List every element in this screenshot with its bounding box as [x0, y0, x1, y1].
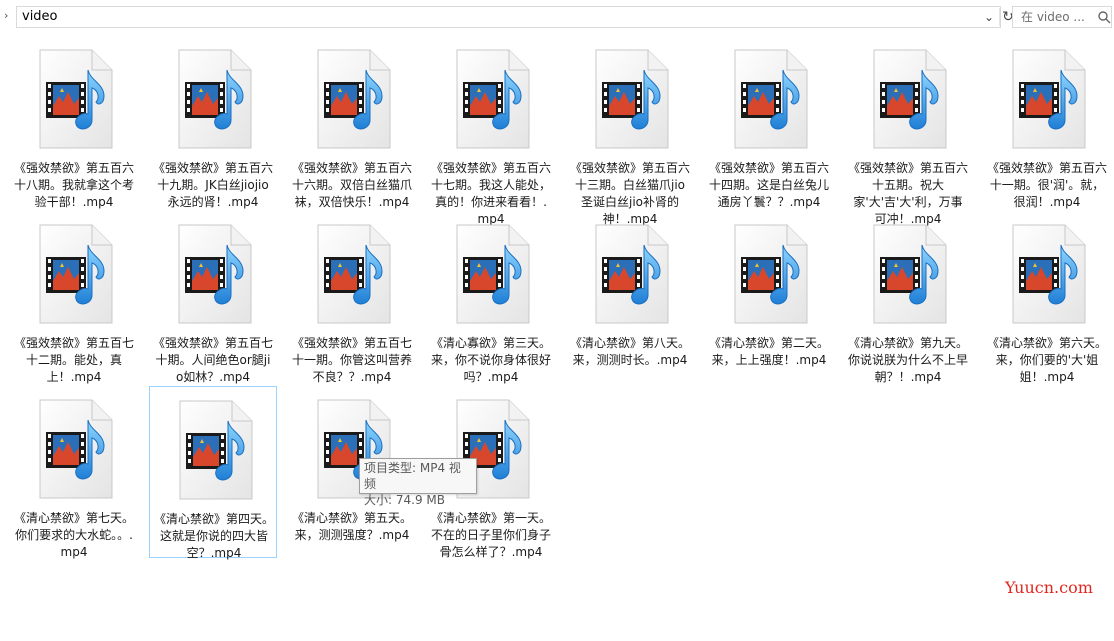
- chevron-down-icon[interactable]: ⌄: [981, 8, 997, 26]
- mp4-video-file-icon: [34, 223, 114, 327]
- watermark: Yuucn.com: [1005, 578, 1093, 597]
- mp4-video-file-icon: [729, 223, 809, 327]
- mp4-video-file-icon: [312, 48, 392, 152]
- file-item[interactable]: 《清心禁欲》第四天。这就是你说的四大皆空？.mp4: [149, 386, 277, 560]
- file-name-label: 《清心禁欲》第五天。来，测测强度？.mp4: [292, 511, 413, 542]
- file-name-label: 《强效禁欲》第五百六十九期。JK白丝jiojio永远的肾！.mp4: [153, 161, 274, 209]
- mp4-video-file-icon: [729, 48, 809, 152]
- file-name-label: 《清心禁欲》第九天。你说说朕为什么不上早朝？！.mp4: [848, 336, 969, 384]
- file-name-label: 《清心禁欲》第六天。来，你们要的'大'姐姐！.mp4: [987, 336, 1108, 384]
- file-name-label: 《强效禁欲》第五百六十四期。这是白丝兔儿通房丫鬟？？.mp4: [709, 161, 830, 209]
- file-item[interactable]: 《清心禁欲》第二天。来，上上强度！.mp4: [705, 211, 833, 383]
- tooltip-size: 大小: 74.9 MB: [364, 493, 445, 507]
- mp4-video-file-icon: [312, 223, 392, 327]
- file-item[interactable]: 《强效禁欲》第五百六十三期。白丝猫爪jio圣诞白丝jio补肾的神！.mp4: [566, 36, 694, 226]
- file-item[interactable]: 《强效禁欲》第五百七十期。人间绝色or腿jio如林？.mp4: [149, 211, 277, 384]
- file-item[interactable]: 《强效禁欲》第五百七十二期。能处，真上！.mp4: [10, 211, 138, 384]
- file-name-label: 《清心寡欲》第三天。来，你不说你身体很好吗？.mp4: [431, 336, 552, 384]
- file-item[interactable]: 《强效禁欲》第五百七十一期。你管这叫营养不良？？.mp4: [288, 211, 416, 384]
- file-name-label: 《强效禁欲》第五百七十期。人间绝色or腿jio如林？.mp4: [153, 336, 274, 384]
- file-item[interactable]: 《清心寡欲》第三天。来，你不说你身体很好吗？.mp4: [427, 211, 555, 384]
- mp4-video-file-icon: [868, 223, 948, 327]
- breadcrumb-folder[interactable]: video: [22, 9, 58, 25]
- file-name-label: 《清心禁欲》第一天。不在的日子里你们身子骨怎么样了？.mp4: [431, 511, 552, 559]
- mp4-video-file-icon: [173, 48, 253, 152]
- file-item[interactable]: 《清心禁欲》第九天。你说说朕为什么不上早朝？！.mp4: [844, 211, 972, 384]
- file-item[interactable]: 《强效禁欲》第五百六十五期。祝大家'大'吉'大'利，万事可冲！.mp4: [844, 36, 972, 226]
- mp4-video-file-icon: [34, 398, 114, 502]
- mp4-video-file-icon: [173, 223, 253, 327]
- mp4-video-file-icon: [451, 48, 531, 152]
- file-name-label: 《强效禁欲》第五百六十一期。很'润'。就，很润！.mp4: [987, 161, 1108, 209]
- file-item[interactable]: 《强效禁欲》第五百六十一期。很'润'。就，很润！.mp4: [983, 36, 1111, 209]
- file-item[interactable]: 《清心禁欲》第七天。你们要求的大水蛇。。.mp4: [10, 386, 138, 559]
- mp4-video-file-icon: [590, 223, 670, 327]
- tooltip-type: 项目类型: MP4 视频: [364, 461, 461, 491]
- file-name-label: 《清心禁欲》第四天。这就是你说的四大皆空？.mp4: [154, 512, 275, 560]
- search-placeholder: 在 video ...: [1021, 10, 1085, 24]
- mp4-video-file-icon: [451, 223, 531, 327]
- file-item[interactable]: 《强效禁欲》第五百六十六期。双倍白丝猫爪袜，双倍快乐！.mp4: [288, 36, 416, 209]
- search-input[interactable]: 在 video ...: [1012, 6, 1112, 28]
- mp4-video-file-icon: [174, 399, 254, 503]
- file-name-label: 《强效禁欲》第五百六十六期。双倍白丝猫爪袜，双倍快乐！.mp4: [292, 161, 413, 209]
- address-bar-area: › video ⌄ ↻ 在 video ...: [0, 0, 1114, 36]
- file-item[interactable]: 《强效禁欲》第五百六十七期。我这人能处，真的！你进来看看！.mp4: [427, 36, 555, 226]
- mp4-video-file-icon: [1007, 48, 1087, 152]
- file-grid: 《强效禁欲》第五百六十八期。我就拿这个考验干部！.mp4 《强效禁欲》第五百六十九…: [0, 36, 1114, 641]
- file-name-label: 《清心禁欲》第二天。来，上上强度！.mp4: [709, 336, 830, 367]
- file-name-label: 《清心禁欲》第八天。来，测测时长。.mp4: [570, 336, 691, 367]
- file-item[interactable]: 《清心禁欲》第八天。来，测测时长。.mp4: [566, 211, 694, 383]
- file-item[interactable]: 《强效禁欲》第五百六十四期。这是白丝兔儿通房丫鬟？？.mp4: [705, 36, 833, 209]
- search-icon[interactable]: [1097, 10, 1111, 24]
- mp4-video-file-icon: [868, 48, 948, 152]
- file-item[interactable]: 《强效禁欲》第五百六十九期。JK白丝jiojio永远的肾！.mp4: [149, 36, 277, 209]
- file-name-label: 《强效禁欲》第五百六十八期。我就拿这个考验干部！.mp4: [14, 161, 135, 209]
- breadcrumb-chevron-icon[interactable]: ›: [4, 8, 16, 24]
- mp4-video-file-icon: [1007, 223, 1087, 327]
- address-bar[interactable]: video ⌄ ↻: [16, 6, 1014, 28]
- file-item[interactable]: 《强效禁欲》第五百六十八期。我就拿这个考验干部！.mp4: [10, 36, 138, 209]
- file-item[interactable]: 《清心禁欲》第六天。来，你们要的'大'姐姐！.mp4: [983, 211, 1111, 384]
- file-name-label: 《强效禁欲》第五百七十二期。能处，真上！.mp4: [14, 336, 135, 384]
- file-tooltip: 项目类型: MP4 视频 大小: 74.9 MB: [359, 458, 477, 507]
- file-name-label: 《强效禁欲》第五百七十一期。你管这叫营养不良？？.mp4: [292, 336, 413, 384]
- mp4-video-file-icon: [590, 48, 670, 152]
- file-name-label: 《清心禁欲》第七天。你们要求的大水蛇。。.mp4: [14, 511, 135, 559]
- mp4-video-file-icon: [34, 48, 114, 152]
